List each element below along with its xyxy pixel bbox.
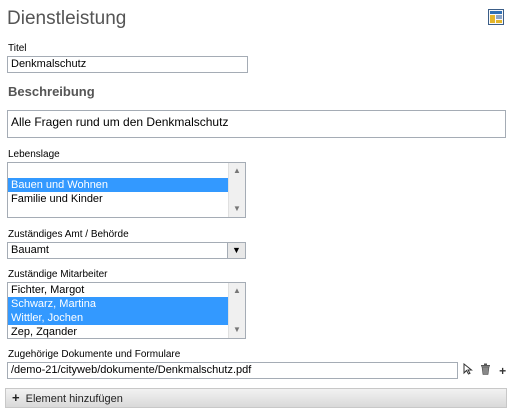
scroll-down-icon[interactable]: ▼ [229, 323, 245, 337]
scroll-down-icon[interactable]: ▼ [229, 202, 245, 216]
list-item-wittler-jochen[interactable]: Wittler, Jochen [8, 311, 228, 325]
trash-icon[interactable] [478, 363, 492, 378]
lebenslage-listbox[interactable]: Bauen und Wohnen Familie und Kinder ▲ ▼ [7, 162, 246, 218]
amt-select[interactable]: Bauamt ▼ [7, 242, 246, 259]
lebenslage-label: Lebenslage [8, 149, 60, 160]
list-item-bauen-und-wohnen[interactable]: Bauen und Wohnen [8, 178, 228, 192]
titel-label: Titel [8, 43, 27, 54]
list-item-schwarz-martina[interactable]: Schwarz, Martina [8, 297, 228, 311]
chevron-down-icon[interactable]: ▼ [227, 243, 245, 258]
dokumente-label: Zugehörige Dokumente und Formulare [8, 349, 181, 360]
scroll-up-icon[interactable]: ▲ [229, 284, 245, 298]
list-item[interactable] [8, 164, 245, 178]
list-item-zep-zqander[interactable]: Zep, Zqander [8, 325, 245, 338]
plus-icon: + [12, 390, 20, 405]
layout-icon[interactable] [488, 9, 504, 25]
lebenslage-scrollbar[interactable]: ▲ ▼ [228, 163, 245, 217]
list-item-familie-und-kinder[interactable]: Familie und Kinder [8, 192, 245, 206]
cursor-icon[interactable] [461, 362, 475, 378]
plus-icon[interactable]: + [496, 364, 510, 378]
dokumente-input[interactable]: /demo-21/cityweb/dokumente/Denkmalschutz… [7, 362, 458, 379]
list-item-fichter-margot[interactable]: Fichter, Margot [8, 283, 245, 297]
beschreibung-heading: Beschreibung [8, 84, 95, 99]
titel-input[interactable]: Denkmalschutz [7, 56, 248, 73]
mitarbeiter-listbox[interactable]: Fichter, Margot Schwarz, Martina Wittler… [7, 282, 246, 339]
add-element-label: Element hinzufügen [25, 393, 123, 405]
page-title: Dienstleistung [7, 8, 127, 29]
dokumente-tools: + [461, 362, 510, 378]
mitarbeiter-label: Zuständige Mitarbeiter [8, 269, 108, 280]
amt-label: Zuständiges Amt / Behörde [8, 229, 129, 240]
scroll-up-icon[interactable]: ▲ [229, 164, 245, 178]
amt-selected-value: Bauamt [11, 244, 49, 256]
mitarbeiter-scrollbar[interactable]: ▲ ▼ [228, 283, 245, 338]
add-element-button[interactable]: + Element hinzufügen [5, 388, 507, 408]
beschreibung-textarea[interactable]: Alle Fragen rund um den Denkmalschutz [7, 110, 506, 138]
